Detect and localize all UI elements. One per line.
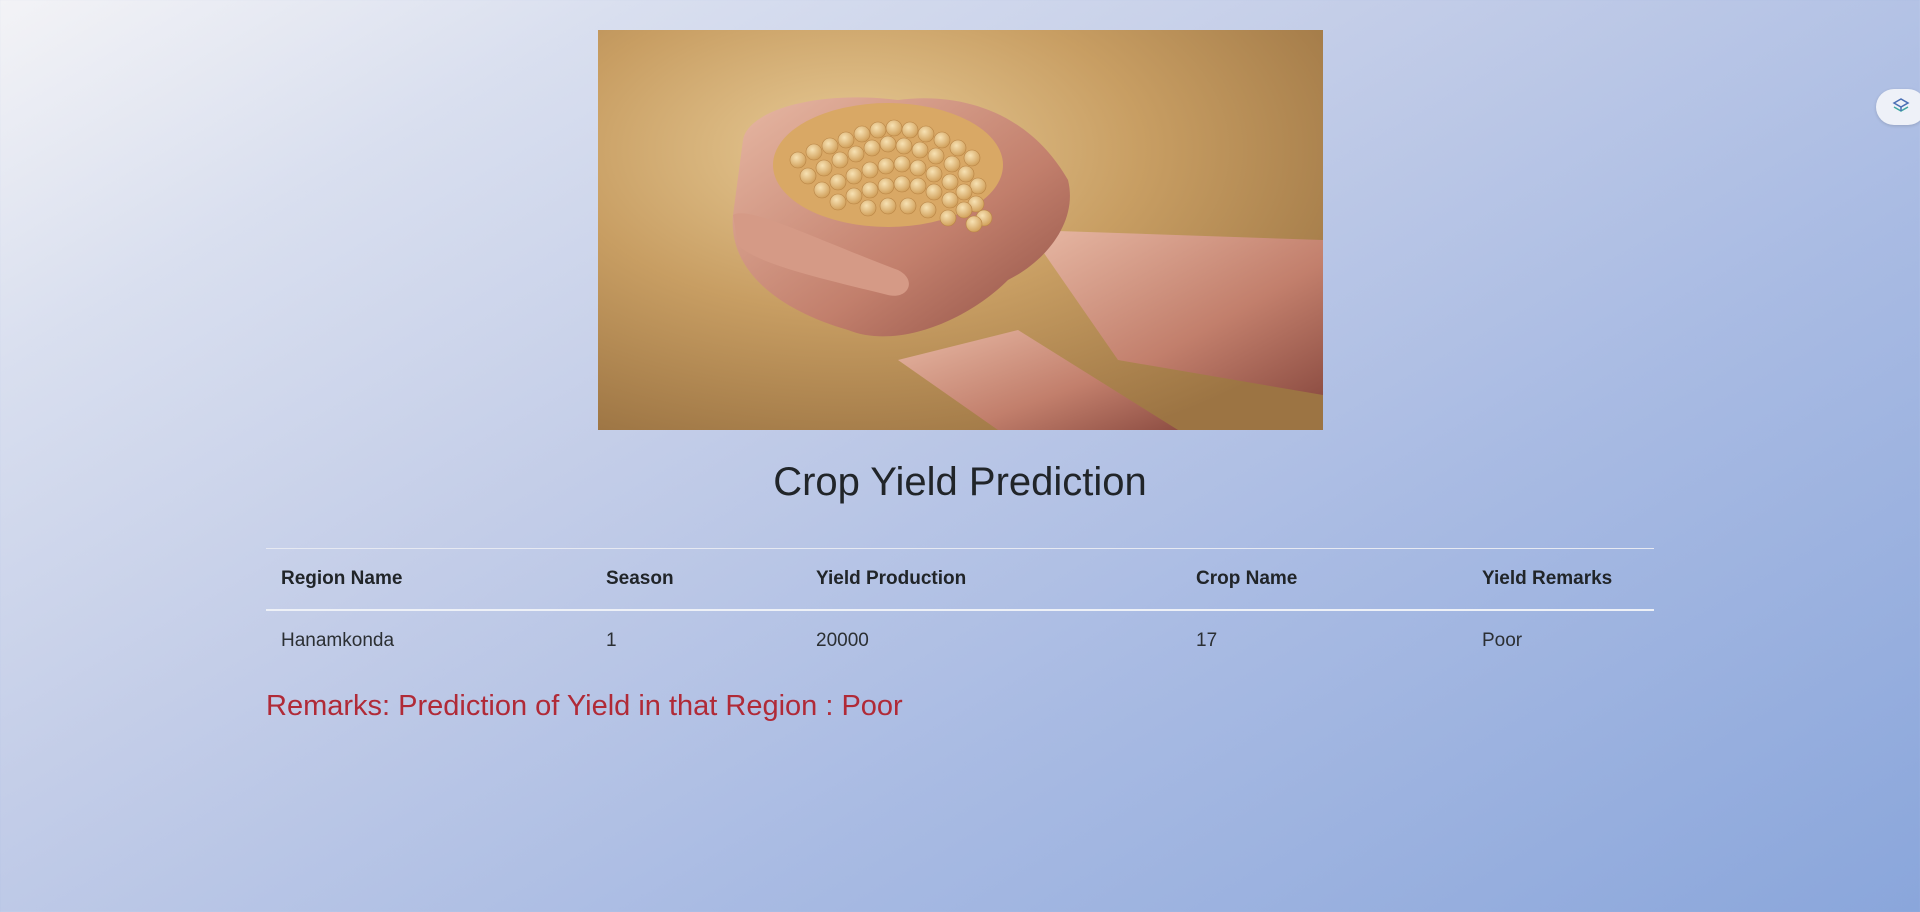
prediction-remarks: Remarks: Prediction of Yield in that Reg… <box>266 690 903 722</box>
prediction-table-container: Region Name Season Yield Production Crop… <box>266 548 1654 671</box>
column-header-crop-name: Crop Name <box>1196 568 1298 589</box>
cell-crop-name: 17 <box>1196 630 1218 651</box>
cell-region-name: Hanamkonda <box>281 630 395 651</box>
page-title: Crop Yield Prediction <box>773 460 1147 504</box>
soybeans-in-hands-illustration <box>598 30 1323 430</box>
extension-icon <box>1890 94 1912 121</box>
table-row: Hanamkonda 1 20000 17 Poor <box>266 610 1654 671</box>
cell-yield-production: 20000 <box>816 630 869 651</box>
table-header-row: Region Name Season Yield Production Crop… <box>266 548 1654 610</box>
column-header-region-name: Region Name <box>281 568 403 589</box>
prediction-table: Region Name Season Yield Production Crop… <box>266 548 1654 671</box>
column-header-yield-remarks: Yield Remarks <box>1482 568 1613 589</box>
hero-image <box>598 30 1323 430</box>
extension-button[interactable] <box>1876 89 1920 125</box>
column-header-yield-production: Yield Production <box>816 568 967 589</box>
cell-yield-remarks: Poor <box>1482 630 1523 651</box>
cell-season: 1 <box>606 630 617 651</box>
column-header-season: Season <box>606 568 674 589</box>
